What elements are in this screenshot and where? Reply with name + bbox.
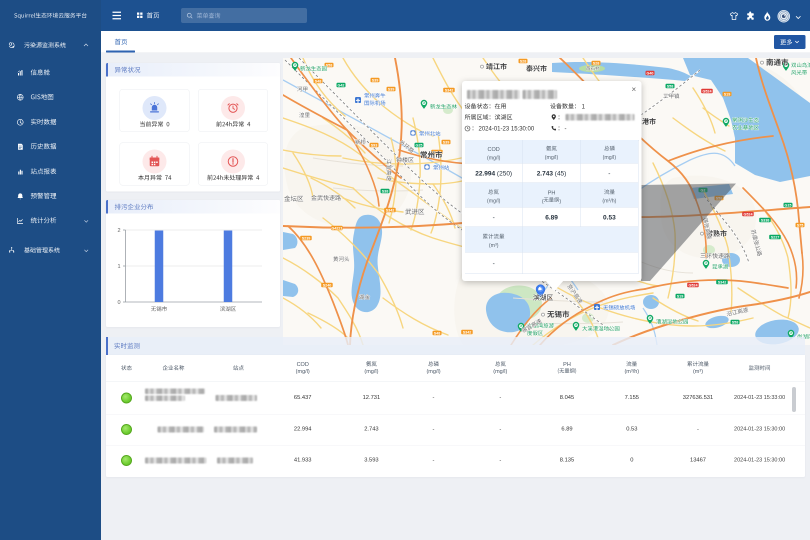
svg-text:S342: S342 [445, 88, 454, 92]
svg-text:S28: S28 [520, 59, 527, 63]
svg-text:S39: S39 [443, 140, 450, 144]
svg-text:S227: S227 [771, 235, 780, 239]
svg-text:S19: S19 [677, 294, 684, 298]
svg-text:G524: G524 [702, 89, 712, 93]
svg-text:S342: S342 [718, 280, 727, 284]
svg-text:G40: G40 [647, 71, 654, 75]
svg-text:S342: S342 [386, 208, 395, 212]
svg-text:S338: S338 [761, 218, 770, 222]
svg-text:S19: S19 [724, 92, 731, 96]
svg-text:S39: S39 [372, 78, 379, 82]
svg-text:S38: S38 [382, 189, 389, 193]
svg-text:0: 0 [117, 300, 120, 306]
svg-text:S58: S58 [732, 320, 739, 324]
svg-text:S342: S342 [463, 330, 472, 334]
svg-text:S48: S48 [434, 331, 441, 335]
svg-text:G15: G15 [785, 203, 792, 207]
svg-text:S58: S58 [667, 84, 674, 88]
svg-text:S239: S239 [302, 236, 311, 240]
svg-text:2: 2 [117, 228, 120, 234]
svg-text:S48: S48 [315, 79, 322, 83]
svg-text:S75: S75 [797, 223, 804, 227]
svg-text:G524: G524 [688, 283, 698, 287]
svg-text:G42: G42 [338, 83, 345, 87]
svg-text:G4221: G4221 [331, 226, 342, 230]
svg-text:S39: S39 [388, 87, 395, 91]
svg-text:G524: G524 [743, 212, 753, 216]
svg-text:1: 1 [117, 264, 120, 270]
svg-text:G25: G25 [416, 143, 423, 147]
svg-text:S240: S240 [323, 283, 332, 287]
svg-text:S93: S93 [371, 143, 378, 147]
svg-text:S28: S28 [593, 61, 600, 65]
